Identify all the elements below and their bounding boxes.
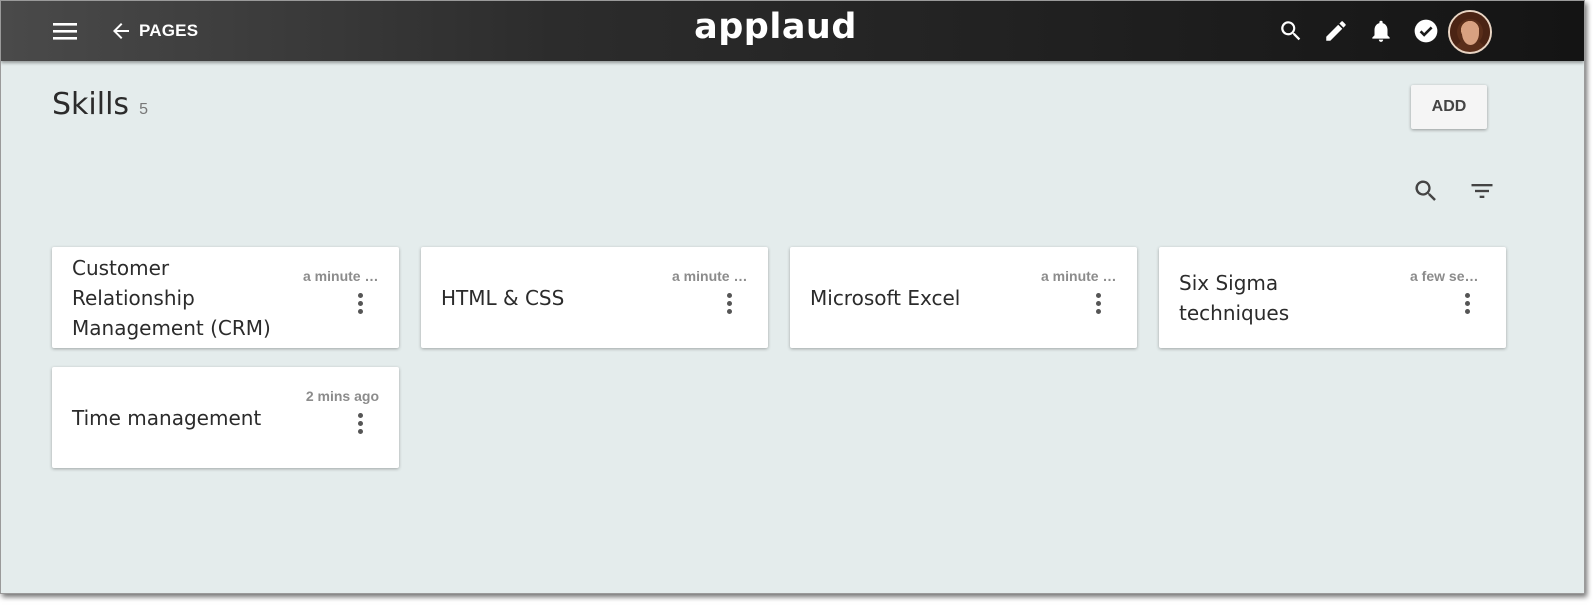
top-app-bar: PAGES applaud [1, 1, 1584, 61]
user-avatar[interactable] [1448, 10, 1492, 54]
add-button[interactable]: ADD [1411, 85, 1487, 129]
more-vert-icon[interactable] [1460, 293, 1474, 317]
skill-name: Time management [72, 405, 262, 430]
more-vert-icon[interactable] [353, 293, 367, 317]
logo-text: applaud [694, 7, 857, 47]
skill-timestamp: 2 mins ago [305, 388, 379, 404]
app-window: PAGES applaud Skills 5 ADD Customer Rela… [0, 0, 1585, 594]
filter-icon[interactable] [1468, 177, 1496, 205]
skills-count: 5 [139, 101, 148, 118]
edit-pencil-icon[interactable] [1323, 18, 1349, 44]
skill-timestamp: a minute ago [672, 268, 748, 284]
skill-card[interactable]: Microsoft Excel a minute ago [790, 247, 1137, 348]
avatar-hair [1450, 12, 1490, 52]
skill-name: Customer Relationship Management (CRM) [72, 255, 271, 340]
skill-name: HTML & CSS [441, 285, 565, 310]
skill-name: Microsoft Excel [810, 285, 961, 310]
skill-card[interactable]: Customer Relationship Management (CRM) a… [52, 247, 399, 348]
more-vert-icon[interactable] [1091, 293, 1105, 317]
page-title: Skills 5 [52, 87, 148, 122]
skill-card[interactable]: Time management 2 mins ago [52, 367, 399, 468]
skill-name: Six Sigma techniques [1179, 270, 1290, 325]
skill-timestamp: a minute ago [1041, 268, 1117, 284]
page-title-text: Skills [52, 87, 130, 122]
check-circle-icon[interactable] [1413, 18, 1439, 44]
search-icon[interactable] [1412, 177, 1440, 205]
more-vert-icon[interactable] [722, 293, 736, 317]
skill-timestamp: a minute ago [303, 268, 379, 284]
skill-card[interactable]: HTML & CSS a minute ago [421, 247, 768, 348]
more-vert-icon[interactable] [353, 413, 367, 437]
search-icon[interactable] [1278, 18, 1304, 44]
skill-card[interactable]: Six Sigma techniques a few secs ago [1159, 247, 1506, 348]
notifications-bell-icon[interactable] [1368, 18, 1394, 44]
skill-timestamp: a few secs ago [1410, 268, 1486, 284]
